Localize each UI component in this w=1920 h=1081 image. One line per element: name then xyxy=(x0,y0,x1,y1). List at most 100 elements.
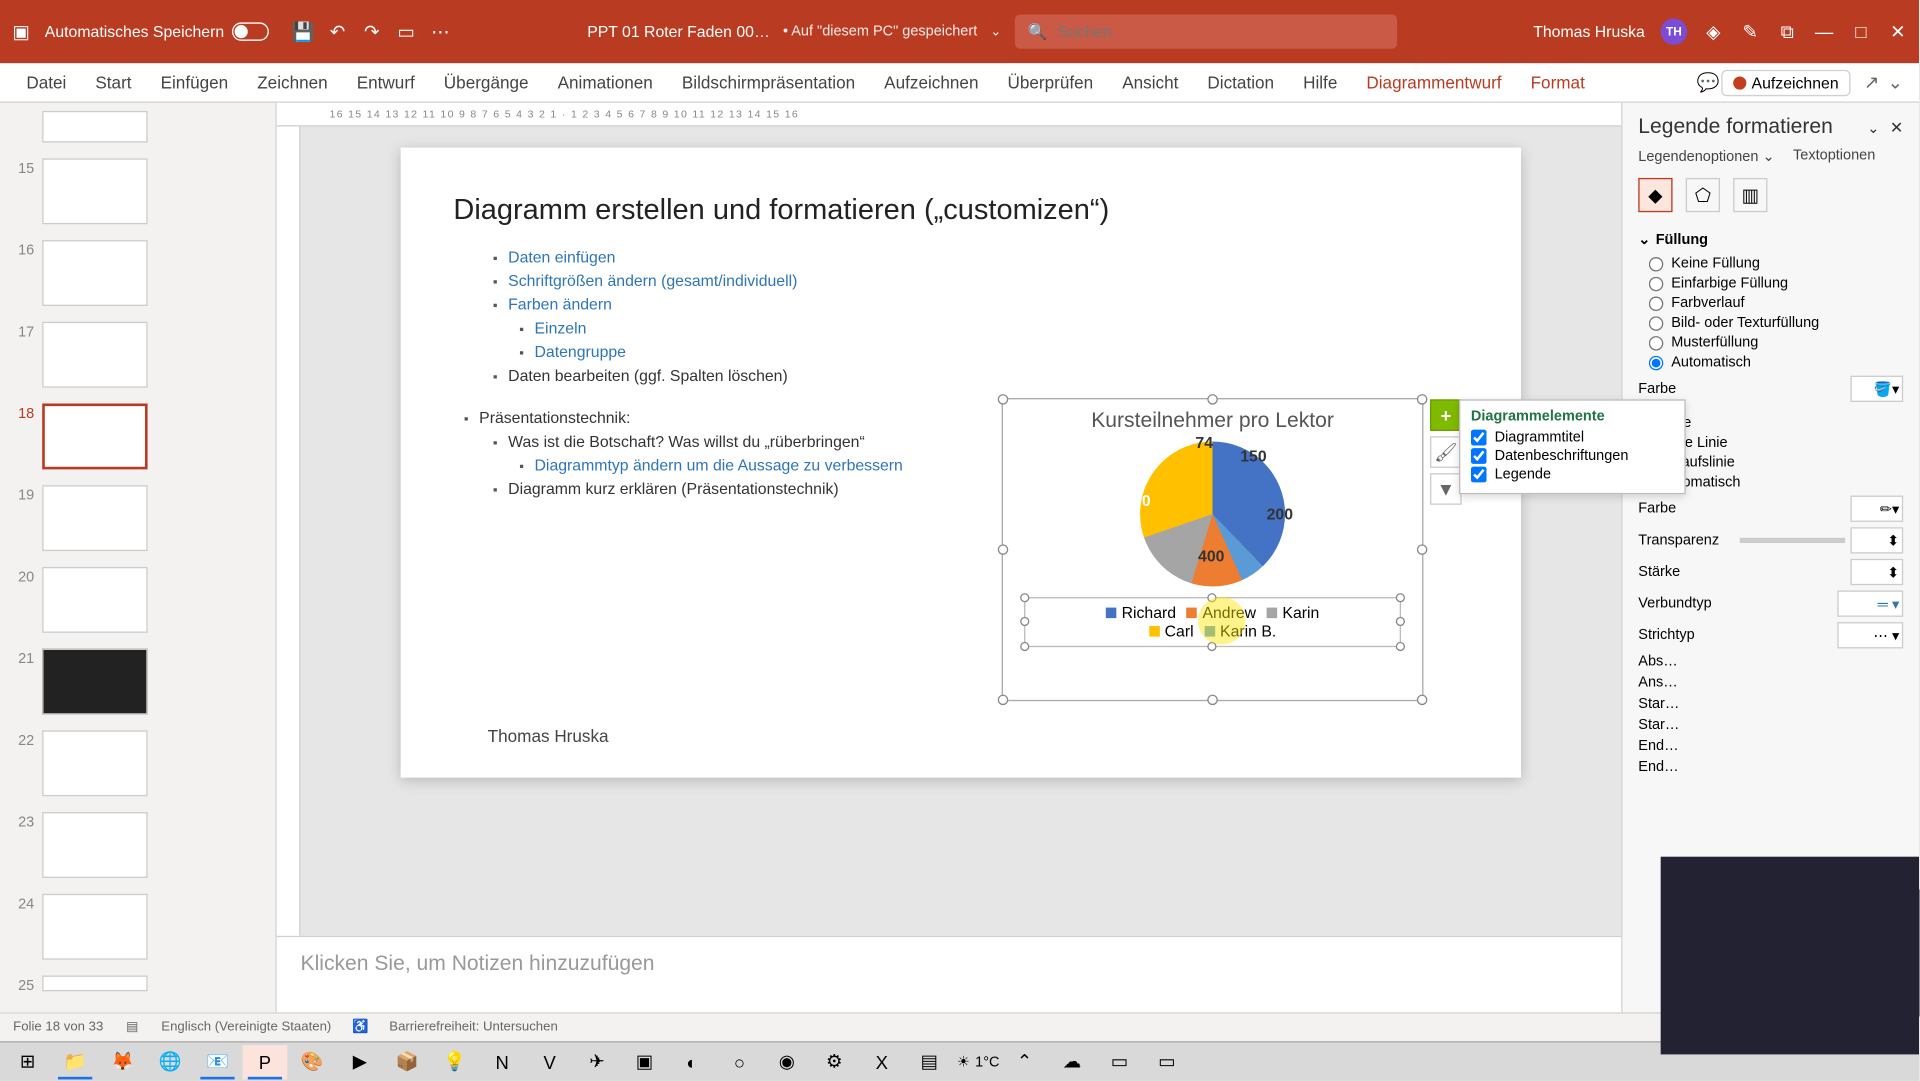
accessibility[interactable]: Barrierefreiheit: Untersuchen xyxy=(389,1020,557,1034)
tab-entwurf[interactable]: Entwurf xyxy=(344,67,428,97)
undo-icon[interactable]: ↶ xyxy=(327,21,348,42)
autosave-toggle[interactable]: Automatisches Speichern xyxy=(45,22,269,40)
thumb-22[interactable] xyxy=(42,730,147,796)
user-avatar[interactable]: TH xyxy=(1661,18,1687,44)
transparency-input[interactable]: ⬍ xyxy=(1850,527,1903,553)
app-icon-9[interactable]: ▤ xyxy=(907,1045,952,1079)
compound-select[interactable]: ═ ▾ xyxy=(1837,590,1903,616)
pen-icon[interactable]: ✎ xyxy=(1740,21,1761,42)
slide-canvas[interactable]: Diagramm erstellen und formatieren („cus… xyxy=(401,148,1521,778)
tray-icon-2[interactable]: ▭ xyxy=(1097,1045,1142,1079)
app-icon-4[interactable]: V xyxy=(527,1045,572,1079)
powerpoint-icon[interactable]: P xyxy=(243,1045,288,1079)
search-input[interactable] xyxy=(1058,22,1384,40)
fill-line-icon[interactable]: ◆ xyxy=(1638,178,1672,212)
app-icon-8[interactable]: ◉ xyxy=(764,1045,809,1079)
chart-elements-flyout[interactable]: Diagrammelemente Diagrammtitel Datenbesc… xyxy=(1459,399,1686,494)
thumb-19[interactable] xyxy=(42,485,147,551)
diamond-icon[interactable]: ◈ xyxy=(1703,21,1724,42)
chrome-icon[interactable]: 🌐 xyxy=(148,1045,193,1079)
lang-icon[interactable]: ▤ xyxy=(122,1017,143,1038)
search-box[interactable]: 🔍 xyxy=(1015,14,1397,48)
weather-widget[interactable]: ☀ 1°C xyxy=(957,1045,1000,1079)
tab-start[interactable]: Start xyxy=(82,67,145,97)
start-button[interactable]: ⊞ xyxy=(5,1045,50,1079)
notes-placeholder[interactable]: Klicken Sie, um Notizen hinzuzufügen xyxy=(277,936,1621,1012)
dash-select[interactable]: ⋯ ▾ xyxy=(1837,622,1903,648)
record-button[interactable]: Aufzeichnen xyxy=(1721,69,1850,95)
ce-datalabels[interactable]: Datenbeschriftungen xyxy=(1471,448,1674,464)
slide-thumbnails[interactable]: 15 16 17 18 19 20 21 22 23 24 25 xyxy=(0,103,277,1012)
pane-collapse-icon[interactable]: ⌄ xyxy=(1867,121,1879,137)
chart-styles-button[interactable]: 🖌 xyxy=(1430,436,1462,468)
app-icon-5[interactable]: ▣ xyxy=(622,1045,667,1079)
tab-legendenoptionen[interactable]: Legendenoptionen ⌄ xyxy=(1638,148,1774,165)
ce-title[interactable]: Diagrammtitel xyxy=(1471,430,1674,446)
chevron-icon[interactable]: ⌄ xyxy=(1885,72,1906,93)
line-color-picker[interactable]: ✏▾ xyxy=(1850,496,1903,522)
size-icon[interactable]: ▥ xyxy=(1733,178,1767,212)
settings-icon[interactable]: ⚙ xyxy=(812,1045,857,1079)
tab-zeichnen[interactable]: Zeichnen xyxy=(244,67,341,97)
app-icon-2[interactable]: 📦 xyxy=(385,1045,430,1079)
maximize-icon[interactable]: □ xyxy=(1850,21,1871,42)
ce-legend[interactable]: Legende xyxy=(1471,467,1674,483)
app-icon-1[interactable]: 🎨 xyxy=(290,1045,335,1079)
thumb-21[interactable] xyxy=(42,648,147,714)
tab-einfuegen[interactable]: Einfügen xyxy=(147,67,241,97)
firefox-icon[interactable]: 🦊 xyxy=(100,1045,145,1079)
app-icon-7[interactable]: ○ xyxy=(717,1045,762,1079)
tab-ansicht[interactable]: Ansicht xyxy=(1109,67,1192,97)
comments-icon[interactable]: 💬 xyxy=(1698,72,1719,93)
effects-icon[interactable]: ⬠ xyxy=(1686,178,1720,212)
vlc-icon[interactable]: ▶ xyxy=(337,1045,382,1079)
explorer-icon[interactable]: 📁 xyxy=(53,1045,98,1079)
slide-title[interactable]: Diagramm erstellen und formatieren („cus… xyxy=(453,192,1468,226)
tab-diagrammentwurf[interactable]: Diagrammentwurf xyxy=(1353,67,1515,97)
user-name[interactable]: Thomas Hruska xyxy=(1533,22,1645,40)
thumb-14[interactable] xyxy=(42,111,147,143)
onenote-icon[interactable]: N xyxy=(480,1045,525,1079)
excel-icon[interactable]: X xyxy=(859,1045,904,1079)
tab-animationen[interactable]: Animationen xyxy=(544,67,666,97)
fill-color-picker[interactable]: 🪣▾ xyxy=(1850,376,1903,402)
more-icon[interactable]: ⋯ xyxy=(430,21,451,42)
chart-title[interactable]: Kursteilnehmer pro Lektor xyxy=(1003,410,1422,434)
telegram-icon[interactable]: ✈ xyxy=(575,1045,620,1079)
chart-filter-button[interactable]: ▼ xyxy=(1430,473,1462,505)
tab-dictation[interactable]: Dictation xyxy=(1194,67,1287,97)
save-icon[interactable]: 💾 xyxy=(293,21,314,42)
close-icon[interactable]: ✕ xyxy=(1887,21,1908,42)
chart-object[interactable]: Kursteilnehmer pro Lektor 500 74 150 200… xyxy=(1002,398,1424,701)
minimize-icon[interactable]: — xyxy=(1814,21,1835,42)
pane-close-icon[interactable]: ✕ xyxy=(1890,119,1903,137)
app-icon-3[interactable]: 💡 xyxy=(432,1045,477,1079)
thumb-23[interactable] xyxy=(42,812,147,878)
share-icon[interactable]: ↗ xyxy=(1861,72,1882,93)
fill-section[interactable]: ⌄ Füllung xyxy=(1638,231,1903,248)
redo-icon[interactable]: ↷ xyxy=(361,21,382,42)
tab-aufzeichnen[interactable]: Aufzeichnen xyxy=(871,67,992,97)
app-icon-6[interactable]: ◐ xyxy=(670,1045,715,1079)
thumb-16[interactable] xyxy=(42,240,147,306)
window-icon[interactable]: ⧉ xyxy=(1777,21,1798,42)
thumb-25[interactable] xyxy=(42,975,147,991)
access-icon[interactable]: ♿ xyxy=(350,1017,371,1038)
tab-uebergaenge[interactable]: Übergänge xyxy=(431,67,542,97)
tab-ueberpruefen[interactable]: Überprüfen xyxy=(994,67,1106,97)
width-input[interactable]: ⬍ xyxy=(1850,559,1903,585)
thumb-24[interactable] xyxy=(42,894,147,960)
slideshow-icon[interactable]: ▭ xyxy=(396,21,417,42)
tray-chevron-icon[interactable]: ⌃ xyxy=(1002,1045,1047,1079)
tray-icon-3[interactable]: ▭ xyxy=(1144,1045,1189,1079)
language[interactable]: Englisch (Vereinigte Staaten) xyxy=(161,1020,331,1034)
thumb-15[interactable] xyxy=(42,158,147,224)
thumb-17[interactable] xyxy=(42,322,147,388)
tab-textoptionen[interactable]: Textoptionen xyxy=(1793,148,1875,165)
tab-bildschirm[interactable]: Bildschirmpräsentation xyxy=(669,67,869,97)
tab-datei[interactable]: Datei xyxy=(13,67,79,97)
thumb-18[interactable] xyxy=(42,403,147,469)
slide-counter[interactable]: Folie 18 von 33 xyxy=(13,1020,103,1034)
thumb-20[interactable] xyxy=(42,567,147,633)
tab-format[interactable]: Format xyxy=(1517,67,1598,97)
